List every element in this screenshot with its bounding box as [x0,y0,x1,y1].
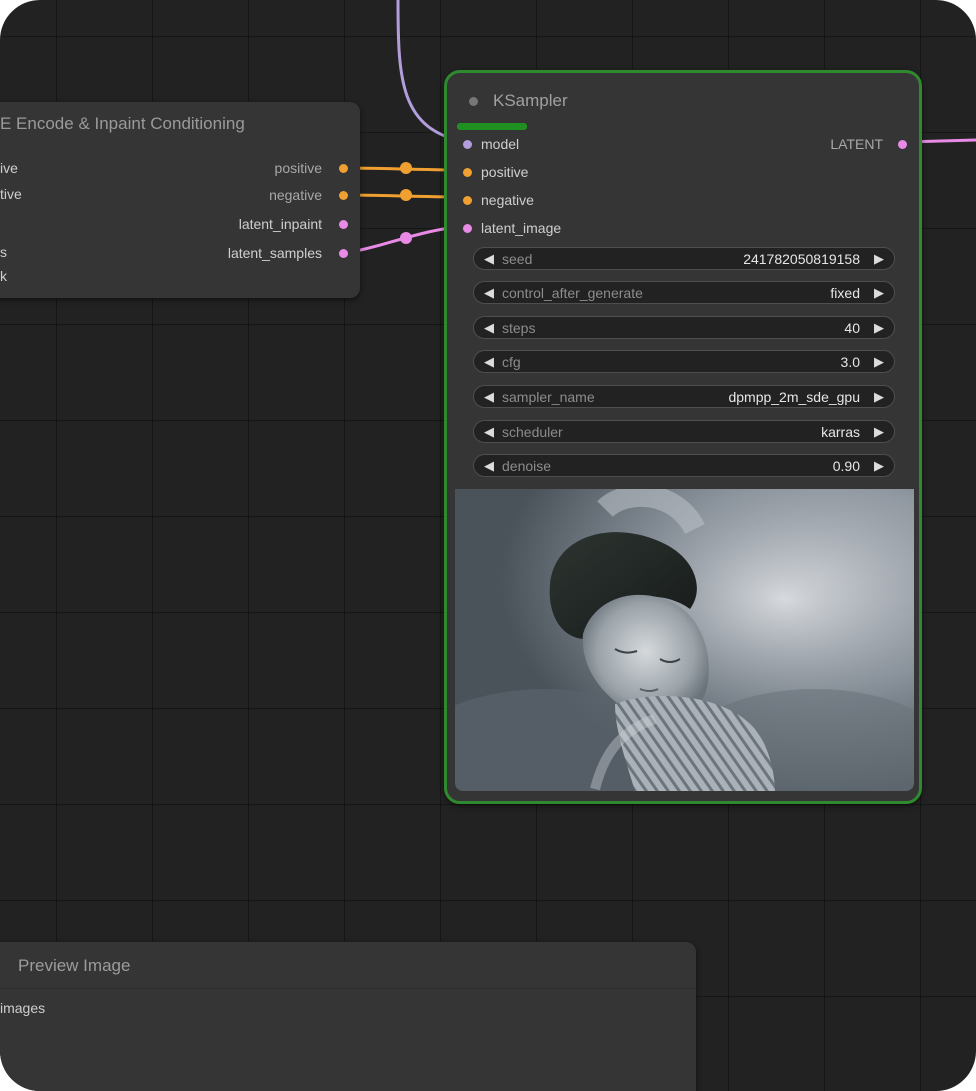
decrement-icon[interactable]: ◀ [484,251,494,267]
decrement-icon[interactable]: ◀ [484,354,494,370]
widget-cfg[interactable]: ◀ cfg 3.0 ▶ [473,350,895,373]
widget-value[interactable]: fixed [830,285,860,301]
widget-value[interactable]: 3.0 [841,354,860,370]
graph-canvas[interactable]: E Encode & Inpaint Conditioning ive tive… [0,0,976,1091]
decrement-icon[interactable]: ◀ [484,424,494,440]
output-dot-latent[interactable] [898,140,907,149]
widget-sampler-name[interactable]: ◀ sampler_name dpmpp_2m_sde_gpu ▶ [473,385,895,408]
title-divider [0,988,696,989]
positive-wire-reroute [400,162,412,174]
input-dot-negative[interactable] [463,196,472,205]
input-label: tive [0,186,22,202]
output-label-latent-inpaint: latent_inpaint [238,216,322,232]
increment-icon[interactable]: ▶ [874,320,884,336]
decrement-icon[interactable]: ◀ [484,320,494,336]
widget-value[interactable]: karras [821,424,860,440]
increment-icon[interactable]: ▶ [874,389,884,405]
widget-value[interactable]: 0.90 [833,458,860,474]
decrement-icon[interactable]: ◀ [484,285,494,301]
output-dot-latent-samples[interactable] [339,249,348,258]
output-label-negative: negative [269,187,322,203]
inpaint-conditioning-node[interactable]: E Encode & Inpaint Conditioning ive tive… [0,102,360,298]
widget-value[interactable]: dpmpp_2m_sde_gpu [728,389,860,405]
latent-wire-reroute [400,232,412,244]
widget-value[interactable]: 241782050819158 [743,251,860,267]
increment-icon[interactable]: ▶ [874,354,884,370]
widget-value[interactable]: 40 [844,320,860,336]
sample-preview-image [455,489,914,791]
input-dot-model[interactable] [463,140,472,149]
widget-name: control_after_generate [502,285,643,301]
input-label-latent-image: latent_image [481,220,562,236]
increment-icon[interactable]: ▶ [874,458,884,474]
widget-seed[interactable]: ◀ seed 241782050819158 ▶ [473,247,895,270]
widget-name: cfg [502,354,521,370]
decrement-icon[interactable]: ◀ [484,389,494,405]
widget-name: seed [502,251,533,267]
output-label-positive: positive [274,160,322,176]
progress-bar [457,123,527,130]
increment-icon[interactable]: ▶ [874,424,884,440]
input-label-model: model [481,136,520,152]
widget-name: denoise [502,458,552,474]
negative-wire-reroute [400,189,412,201]
node-title: Preview Image [18,956,131,975]
input-label-images: images [0,1000,46,1016]
collapse-dot-icon[interactable] [469,97,478,106]
widget-scheduler[interactable]: ◀ scheduler karras ▶ [473,420,895,443]
input-label-negative: negative [481,192,534,208]
input-dot-positive[interactable] [463,168,472,177]
widget-steps[interactable]: ◀ steps 40 ▶ [473,316,895,339]
widget-denoise[interactable]: ◀ denoise 0.90 ▶ [473,454,895,477]
input-label-positive: positive [481,164,529,180]
widget-control-after-generate[interactable]: ◀ control_after_generate fixed ▶ [473,281,895,304]
output-label-latent-samples: latent_samples [227,245,322,261]
node-title: E Encode & Inpaint Conditioning [0,114,245,133]
input-label: ive [0,160,18,176]
output-label-latent: LATENT [830,136,883,152]
decrement-icon[interactable]: ◀ [484,458,494,474]
node-title: KSampler [493,91,568,110]
output-dot-positive[interactable] [339,164,348,173]
increment-icon[interactable]: ▶ [874,285,884,301]
input-label: k [0,268,7,284]
ksampler-node[interactable]: KSampler model positive negative latent_… [444,70,922,804]
increment-icon[interactable]: ▶ [874,251,884,267]
output-dot-latent-inpaint[interactable] [339,220,348,229]
input-label: s [0,244,7,260]
widget-name: scheduler [502,424,563,440]
preview-image-node[interactable]: Preview Image images [0,942,696,1091]
input-dot-latent-image[interactable] [463,224,472,233]
widget-name: steps [502,320,536,336]
widget-name: sampler_name [502,389,595,405]
output-dot-negative[interactable] [339,191,348,200]
